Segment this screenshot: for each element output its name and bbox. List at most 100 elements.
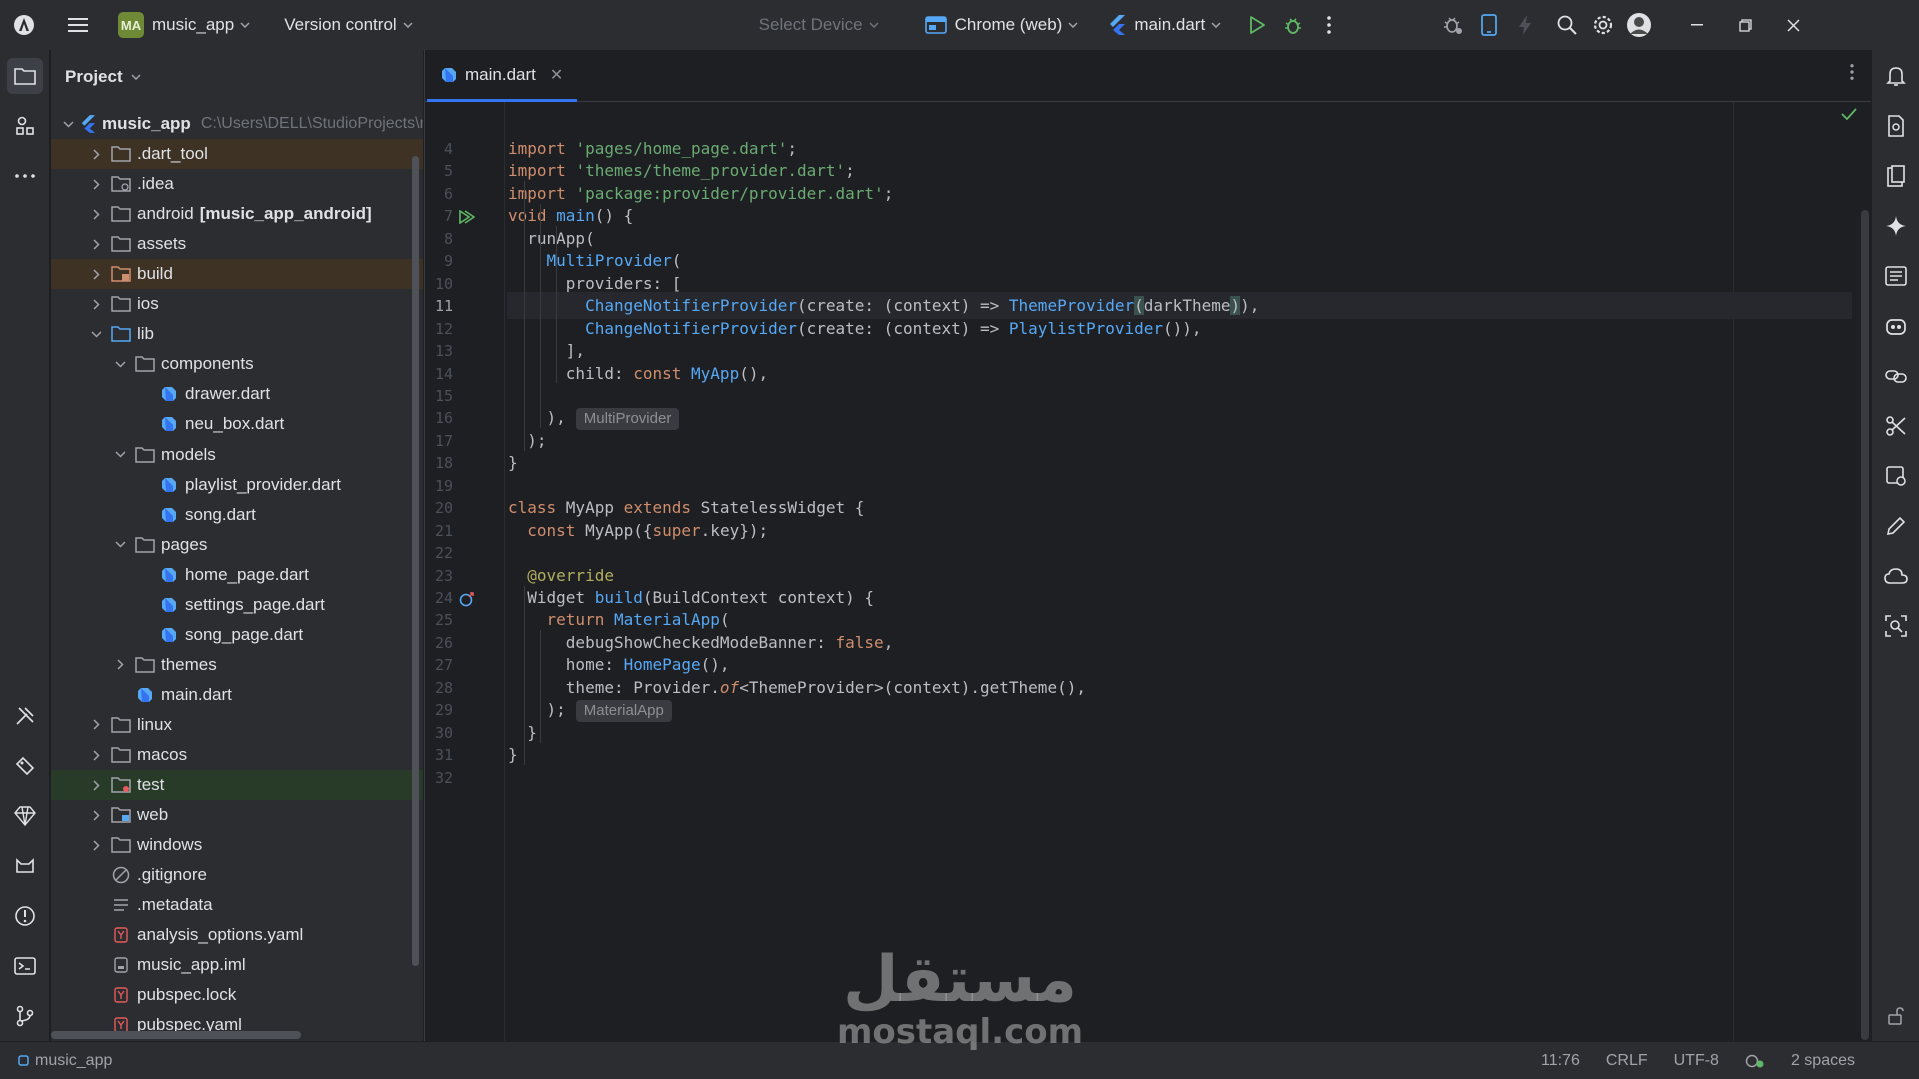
device-manager-button[interactable] — [1471, 7, 1507, 43]
project-tool-button[interactable] — [7, 58, 43, 94]
project-tree-horizontal-scrollbar[interactable] — [51, 1031, 301, 1039]
version-control-menu[interactable]: Version control — [276, 7, 420, 43]
editor-tab-main-dart[interactable]: main.dart ✕ — [427, 50, 578, 102]
annotate-button[interactable] — [1878, 508, 1914, 544]
app-logo-icon[interactable] — [6, 7, 42, 43]
copilot-button[interactable] — [1878, 308, 1914, 344]
line-number[interactable]: 6 — [425, 185, 453, 203]
version-control-tool-button[interactable] — [7, 998, 43, 1034]
code-style-icon[interactable] — [1745, 1052, 1765, 1070]
tree-item-playlist-provider-dart[interactable]: playlist_provider.dart — [51, 470, 423, 500]
project-switcher[interactable]: MA music_app — [110, 7, 258, 43]
notifications-button[interactable] — [1878, 58, 1914, 94]
tree-item-components[interactable]: components — [51, 349, 423, 379]
code-line[interactable]: const MyApp({super.key}); — [507, 517, 768, 544]
line-number[interactable]: 30 — [425, 724, 453, 742]
editor-vertical-scrollbar[interactable] — [1861, 210, 1869, 1040]
line-number[interactable]: 11 — [425, 297, 453, 315]
tree-item-analysis-options-yaml[interactable]: analysis_options.yaml — [51, 920, 423, 950]
line-number[interactable]: 32 — [425, 769, 453, 787]
chevron-down-icon[interactable] — [87, 331, 105, 338]
chevron-right-icon[interactable] — [87, 239, 105, 250]
window-close-button[interactable] — [1775, 7, 1811, 43]
tree-item-android[interactable]: android [music_app_android] — [51, 199, 423, 229]
run-configuration-selector[interactable]: main.dart — [1100, 7, 1229, 43]
line-number[interactable]: 28 — [425, 679, 453, 697]
line-number[interactable]: 4 — [425, 140, 453, 158]
more-tool-windows-button[interactable] — [7, 158, 43, 194]
editor-gutter[interactable]: 4 5 6 7 8 9 10 11 12 13 14 15 16 17 18 19 20 21 22 23 24 25 26… — [425, 102, 505, 1041]
chevron-right-icon[interactable] — [87, 810, 105, 821]
main-menu-icon[interactable] — [60, 7, 96, 43]
target-device-selector[interactable]: Chrome (web) — [917, 7, 1087, 43]
line-number[interactable]: 17 — [425, 432, 453, 450]
device-selector[interactable]: Select Device — [751, 7, 887, 43]
more-actions-button[interactable] — [1311, 7, 1347, 43]
tree-item-windows[interactable]: windows — [51, 830, 423, 860]
chevron-right-icon[interactable] — [87, 780, 105, 791]
code-editor[interactable]: import 'pages/home_page.dart'; import 'th… — [507, 102, 1857, 1041]
line-number[interactable]: 12 — [425, 320, 453, 338]
chevron-down-icon[interactable] — [111, 451, 129, 458]
tree-item-metadata[interactable]: .metadata — [51, 890, 423, 920]
chevron-down-icon[interactable] — [63, 120, 74, 128]
gemini-assistant-button[interactable] — [1878, 208, 1914, 244]
layout-inspector-button[interactable] — [1878, 608, 1914, 644]
run-button[interactable] — [1239, 7, 1275, 43]
logcat-tool-button[interactable] — [7, 848, 43, 884]
tree-root-music-app[interactable]: music_app C:\Users\DELL\StudioProjects\m… — [51, 109, 423, 139]
inspection-ok-icon[interactable] — [1841, 108, 1857, 120]
line-number[interactable]: 5 — [425, 162, 453, 180]
line-number[interactable]: 25 — [425, 611, 453, 629]
line-number[interactable]: 29 — [425, 701, 453, 719]
dart-analysis-button[interactable] — [1878, 258, 1914, 294]
tree-item-assets[interactable]: assets — [51, 229, 423, 259]
line-number[interactable]: 23 — [425, 567, 453, 585]
line-number[interactable]: 18 — [425, 454, 453, 472]
chevron-down-icon[interactable] — [111, 361, 129, 368]
terminal-tool-button[interactable] — [7, 948, 43, 984]
line-number[interactable]: 21 — [425, 522, 453, 540]
debug-button[interactable] — [1275, 7, 1311, 43]
cloud-sync-button[interactable] — [1878, 558, 1914, 594]
flutter-inspector-button[interactable] — [7, 748, 43, 784]
device-mirroring-button[interactable] — [1878, 108, 1914, 144]
line-number[interactable]: 9 — [425, 252, 453, 270]
tree-item-dart-tool[interactable]: .dart_tool — [51, 139, 423, 169]
tree-item-gitignore[interactable]: .gitignore — [51, 860, 423, 890]
tree-item-drawer-dart[interactable]: drawer.dart — [51, 379, 423, 409]
tree-item-neu-box-dart[interactable]: neu_box.dart — [51, 409, 423, 439]
project-view-selector[interactable]: Project — [51, 50, 423, 103]
tree-item-test[interactable]: test — [51, 770, 423, 801]
read-only-toggle[interactable] — [1878, 998, 1914, 1034]
tree-item-themes[interactable]: themes — [51, 650, 423, 680]
search-everywhere-button[interactable] — [1549, 7, 1585, 43]
indentation[interactable]: 2 spaces — [1791, 1052, 1855, 1070]
tree-item-web[interactable]: web — [51, 800, 423, 830]
line-number[interactable]: 19 — [425, 477, 453, 495]
chevron-right-icon[interactable] — [87, 179, 105, 190]
chevron-right-icon[interactable] — [111, 659, 129, 670]
chevron-right-icon[interactable] — [87, 209, 105, 220]
chevron-down-icon[interactable] — [111, 541, 129, 548]
running-devices-button[interactable] — [1878, 158, 1914, 194]
chevron-right-icon[interactable] — [87, 148, 105, 160]
settings-button[interactable] — [1585, 7, 1621, 43]
code-line[interactable]: } — [507, 449, 518, 476]
tree-item-main-dart[interactable]: main.dart — [51, 680, 423, 710]
tree-item-lib[interactable]: lib — [51, 319, 423, 349]
tree-item-macos[interactable]: macos — [51, 740, 423, 770]
window-restore-button[interactable] — [1727, 7, 1763, 43]
app-quality-button[interactable] — [1878, 458, 1914, 494]
run-gutter-icon[interactable] — [459, 210, 475, 225]
chevron-right-icon[interactable] — [87, 299, 105, 310]
problems-tool-button[interactable] — [7, 898, 43, 934]
tree-item-pubspec-lock[interactable]: pubspec.lock — [51, 980, 423, 1010]
line-number[interactable]: 7 — [425, 207, 453, 225]
line-number[interactable]: 24 — [425, 589, 453, 607]
line-number[interactable]: 20 — [425, 499, 453, 517]
tree-item-song-dart[interactable]: song.dart — [51, 500, 423, 530]
line-number[interactable]: 8 — [425, 230, 453, 248]
tree-item-build[interactable]: build — [51, 259, 423, 290]
line-number[interactable]: 10 — [425, 275, 453, 293]
